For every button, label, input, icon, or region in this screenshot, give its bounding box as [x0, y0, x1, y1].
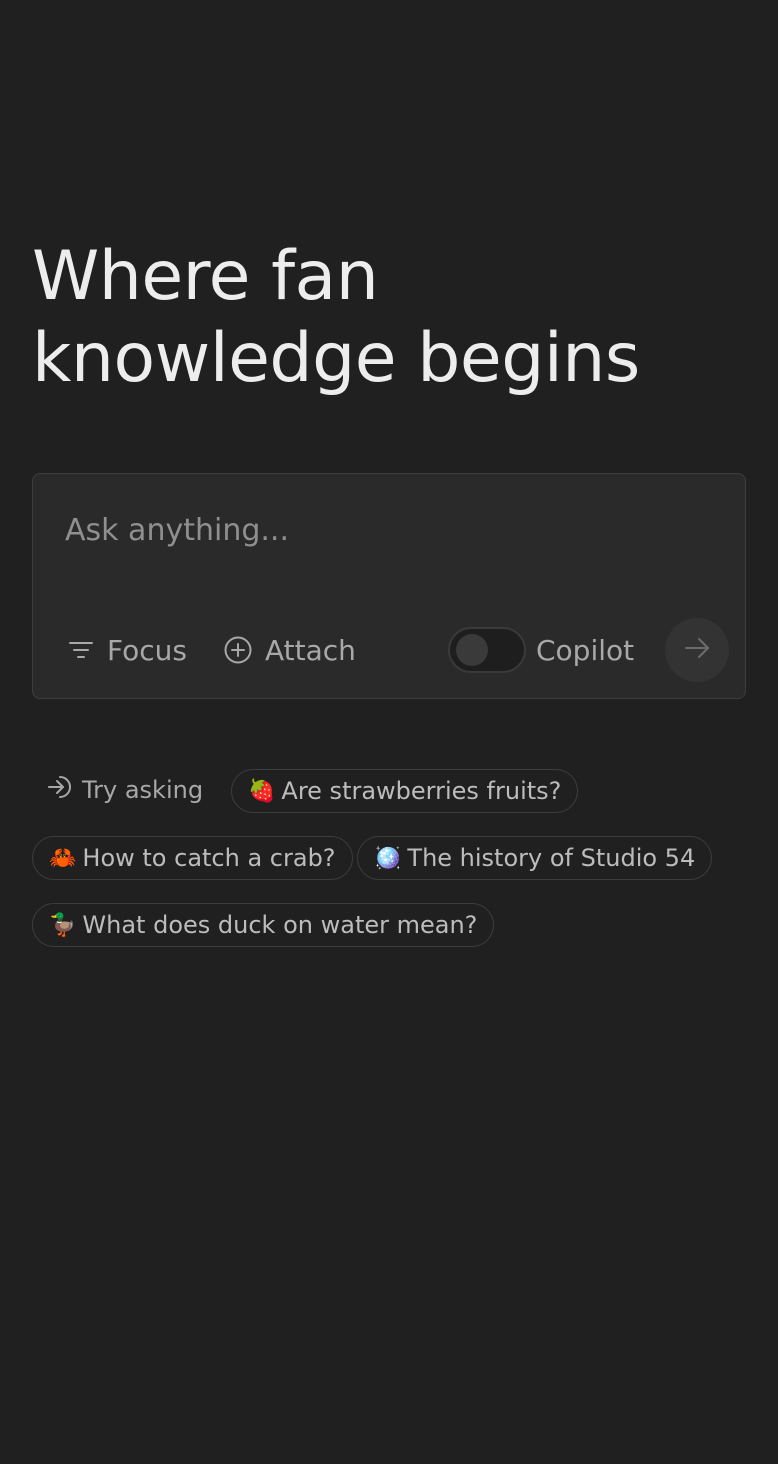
try-asking-label: Try asking: [46, 770, 203, 810]
copilot-toggle[interactable]: [448, 627, 526, 673]
strawberry-icon: 🍓: [248, 778, 276, 804]
try-asking-text: Try asking: [82, 776, 204, 804]
copilot-label: Copilot: [536, 633, 635, 667]
search-input[interactable]: [65, 508, 705, 552]
attach-button[interactable]: Attach: [223, 626, 356, 674]
page-headline: Where fan knowledge begins: [32, 236, 752, 400]
toggle-knob: [456, 634, 488, 666]
suggestion-chip[interactable]: 🦆 What does duck on water mean?: [32, 903, 495, 947]
disco-ball-icon: 🪩: [374, 845, 402, 871]
arrow-right-icon: [682, 633, 712, 667]
headline-line-1: Where fan: [32, 237, 379, 316]
suggestion-text: What does duck on water mean?: [82, 911, 478, 939]
send-button[interactable]: [665, 618, 729, 682]
suggestion-chip[interactable]: 🦀 How to catch a crab?: [32, 836, 353, 880]
focus-button[interactable]: Focus: [67, 626, 187, 674]
suggestion-chip[interactable]: 🍓 Are strawberries fruits?: [231, 769, 579, 813]
duck-icon: 🦆: [49, 912, 77, 938]
copilot-control: Copilot: [448, 626, 634, 674]
headline-line-2: knowledge begins: [32, 319, 640, 398]
attach-label: Attach: [265, 633, 356, 667]
suggestion-chip[interactable]: 🪩 The history of Studio 54: [357, 836, 713, 880]
suggestion-text: The history of Studio 54: [407, 844, 696, 872]
suggestion-text: How to catch a crab?: [82, 844, 336, 872]
arrow-into-icon: [46, 773, 74, 807]
crab-icon: 🦀: [49, 845, 77, 871]
focus-label: Focus: [107, 633, 187, 667]
filter-lines-icon: [67, 636, 95, 664]
suggestion-text: Are strawberries fruits?: [281, 777, 562, 805]
plus-circle-icon: [223, 635, 253, 665]
ask-box: Focus Attach Copilot: [32, 473, 746, 699]
